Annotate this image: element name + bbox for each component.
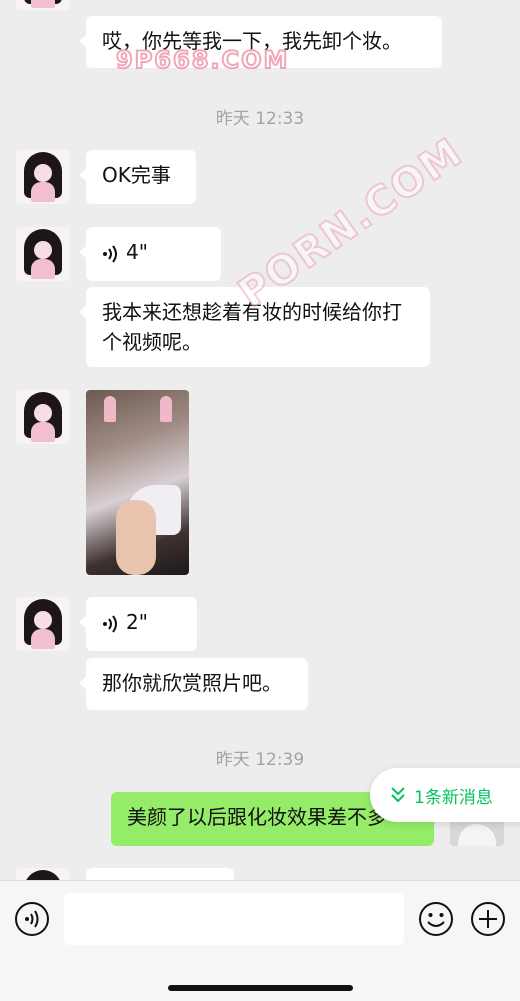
chat-area[interactable]: 哎，你先等我一下，我先卸个妆。 9P668.COM 昨天 12:33 OK完事 … (0, 0, 520, 880)
voice-message[interactable]: 4" (79, 227, 221, 281)
input-bar (0, 880, 520, 1001)
voice-message[interactable]: 2" (79, 597, 197, 651)
voice-duration: 2" (126, 610, 148, 634)
voice-duration: 4" (126, 240, 148, 264)
voice-wave-icon (103, 244, 117, 263)
message-bubble[interactable]: 那你就欣赏照片吧。 (79, 658, 308, 710)
plus-icon[interactable] (470, 901, 506, 937)
contact-avatar[interactable] (16, 150, 70, 204)
contact-avatar[interactable] (16, 868, 70, 880)
contact-avatar[interactable] (16, 227, 70, 281)
new-messages-button[interactable]: 1条新消息 (370, 768, 520, 822)
message-bubble[interactable] (86, 868, 234, 880)
double-chevron-down-icon (391, 787, 405, 803)
message-input[interactable] (64, 893, 404, 945)
new-messages-label: 1条新消息 (414, 787, 493, 808)
message-text: 美颜了以后跟化妆效果差不多 (127, 805, 387, 829)
voice-wave-icon (103, 614, 117, 633)
emoji-icon[interactable] (418, 901, 454, 937)
message-text: 那你就欣赏照片吧。 (102, 671, 282, 695)
contact-avatar[interactable] (16, 0, 70, 10)
contact-avatar[interactable] (16, 597, 70, 651)
home-indicator (168, 985, 353, 991)
message-bubble[interactable]: OK完事 (79, 150, 196, 204)
timestamp: 昨天 12:39 (215, 750, 305, 770)
voice-input-icon[interactable] (14, 901, 50, 937)
timestamp: 昨天 12:33 (215, 109, 305, 129)
watermark-logo: 9P668.COM (115, 45, 290, 75)
photo-message[interactable] (86, 390, 189, 575)
contact-avatar[interactable] (16, 390, 70, 444)
message-text: OK完事 (102, 163, 171, 187)
